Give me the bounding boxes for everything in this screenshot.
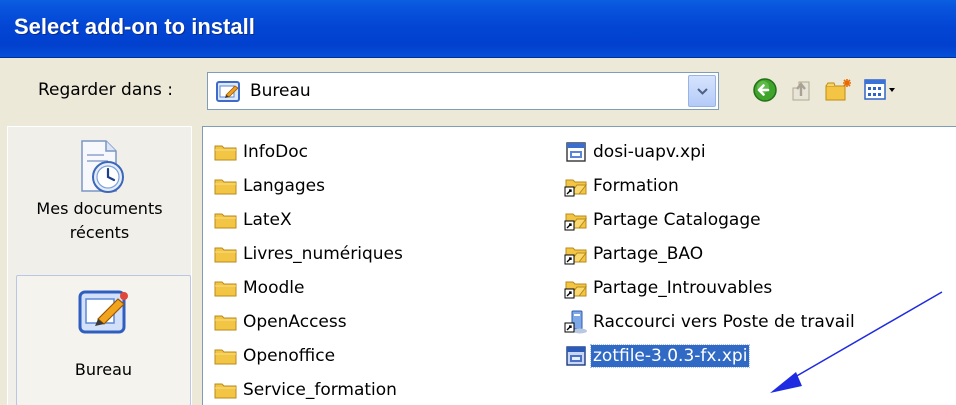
- list-item[interactable]: Raccourci vers Poste de travail: [561, 307, 857, 337]
- file-name: Service_formation: [243, 380, 397, 400]
- xpi-file-icon: [561, 343, 591, 369]
- look-in-value: Bureau: [250, 81, 311, 101]
- list-item-selected[interactable]: zotfile-3.0.3-fx.xpi: [561, 341, 751, 371]
- file-name: Formation: [593, 176, 679, 196]
- folder-shortcut-icon: [561, 207, 591, 233]
- folder-icon: [211, 275, 241, 301]
- folder-icon: [211, 173, 241, 199]
- folder-shortcut-icon: [561, 275, 591, 301]
- view-menu-icon: [864, 79, 895, 100]
- file-name: Partage Catalogage: [593, 210, 761, 230]
- look-in-combobox[interactable]: Bureau: [207, 72, 719, 110]
- list-item[interactable]: Partage Catalogage: [561, 205, 763, 235]
- list-item[interactable]: Service_formation: [211, 375, 399, 405]
- back-icon: [753, 78, 777, 102]
- list-item[interactable]: InfoDoc: [211, 137, 310, 167]
- folder-shortcut-icon: [561, 173, 591, 199]
- title-bar: Select add-on to install: [0, 0, 956, 58]
- file-name: dosi-uapv.xpi: [593, 142, 706, 162]
- folder-icon: [211, 343, 241, 369]
- list-item[interactable]: Formation: [561, 171, 681, 201]
- places-bar: Mes documents récents Bureau: [7, 126, 192, 405]
- file-name: Partage_BAO: [593, 244, 704, 264]
- file-name: Partage_Introuvables: [593, 278, 773, 298]
- place-recent-documents-label-line2: récents: [69, 223, 130, 242]
- place-recent-documents[interactable]: Mes documents récents: [8, 137, 191, 245]
- place-desktop[interactable]: Bureau: [16, 275, 191, 405]
- list-item[interactable]: LateX: [211, 205, 294, 235]
- folder-icon: [211, 207, 241, 233]
- new-folder-button[interactable]: [823, 76, 853, 106]
- file-name: Langages: [243, 176, 325, 196]
- view-menu-button[interactable]: [862, 76, 902, 106]
- place-desktop-label: Bureau: [74, 360, 133, 379]
- chevron-down-icon: [697, 88, 708, 95]
- folder-icon: [211, 377, 241, 403]
- file-list[interactable]: InfoDoc Langages LateX Livres_numériques…: [202, 126, 956, 405]
- file-name: Openoffice: [243, 346, 336, 366]
- folder-shortcut-icon: [561, 241, 591, 267]
- list-item[interactable]: Langages: [211, 171, 327, 201]
- look-in-label: Regarder dans :: [38, 80, 174, 100]
- folder-icon: [211, 309, 241, 335]
- desktop-icon: [216, 80, 242, 109]
- list-item[interactable]: OpenAccess: [211, 307, 349, 337]
- file-name: InfoDoc: [243, 142, 309, 162]
- file-name: LateX: [243, 210, 292, 230]
- list-item[interactable]: dosi-uapv.xpi: [561, 137, 708, 167]
- up-folder-icon: [792, 81, 810, 101]
- file-name: Moodle: [243, 278, 305, 298]
- xpi-file-icon: [561, 139, 591, 165]
- list-item[interactable]: Openoffice: [211, 341, 337, 371]
- desktop-icon: [78, 290, 128, 334]
- recent-documents-icon: [80, 140, 124, 193]
- back-button[interactable]: [751, 76, 781, 106]
- file-name: Raccourci vers Poste de travail: [593, 312, 855, 332]
- new-folder-icon: [825, 79, 851, 101]
- folder-icon: [211, 139, 241, 165]
- window-title: Select add-on to install: [14, 14, 255, 39]
- computer-shortcut-icon: [561, 309, 591, 335]
- file-name: Livres_numériques: [243, 244, 403, 264]
- look-in-dropdown-button[interactable]: [688, 75, 716, 107]
- list-item[interactable]: Moodle: [211, 273, 306, 303]
- list-item[interactable]: Livres_numériques: [211, 239, 405, 269]
- file-name: zotfile-3.0.3-fx.xpi: [589, 344, 751, 368]
- list-item[interactable]: Partage_Introuvables: [561, 273, 774, 303]
- folder-icon: [211, 241, 241, 267]
- place-recent-documents-label-line1: Mes documents: [36, 199, 163, 218]
- file-name: OpenAccess: [243, 312, 347, 332]
- list-item[interactable]: Partage_BAO: [561, 239, 705, 269]
- up-folder-button[interactable]: [787, 76, 817, 106]
